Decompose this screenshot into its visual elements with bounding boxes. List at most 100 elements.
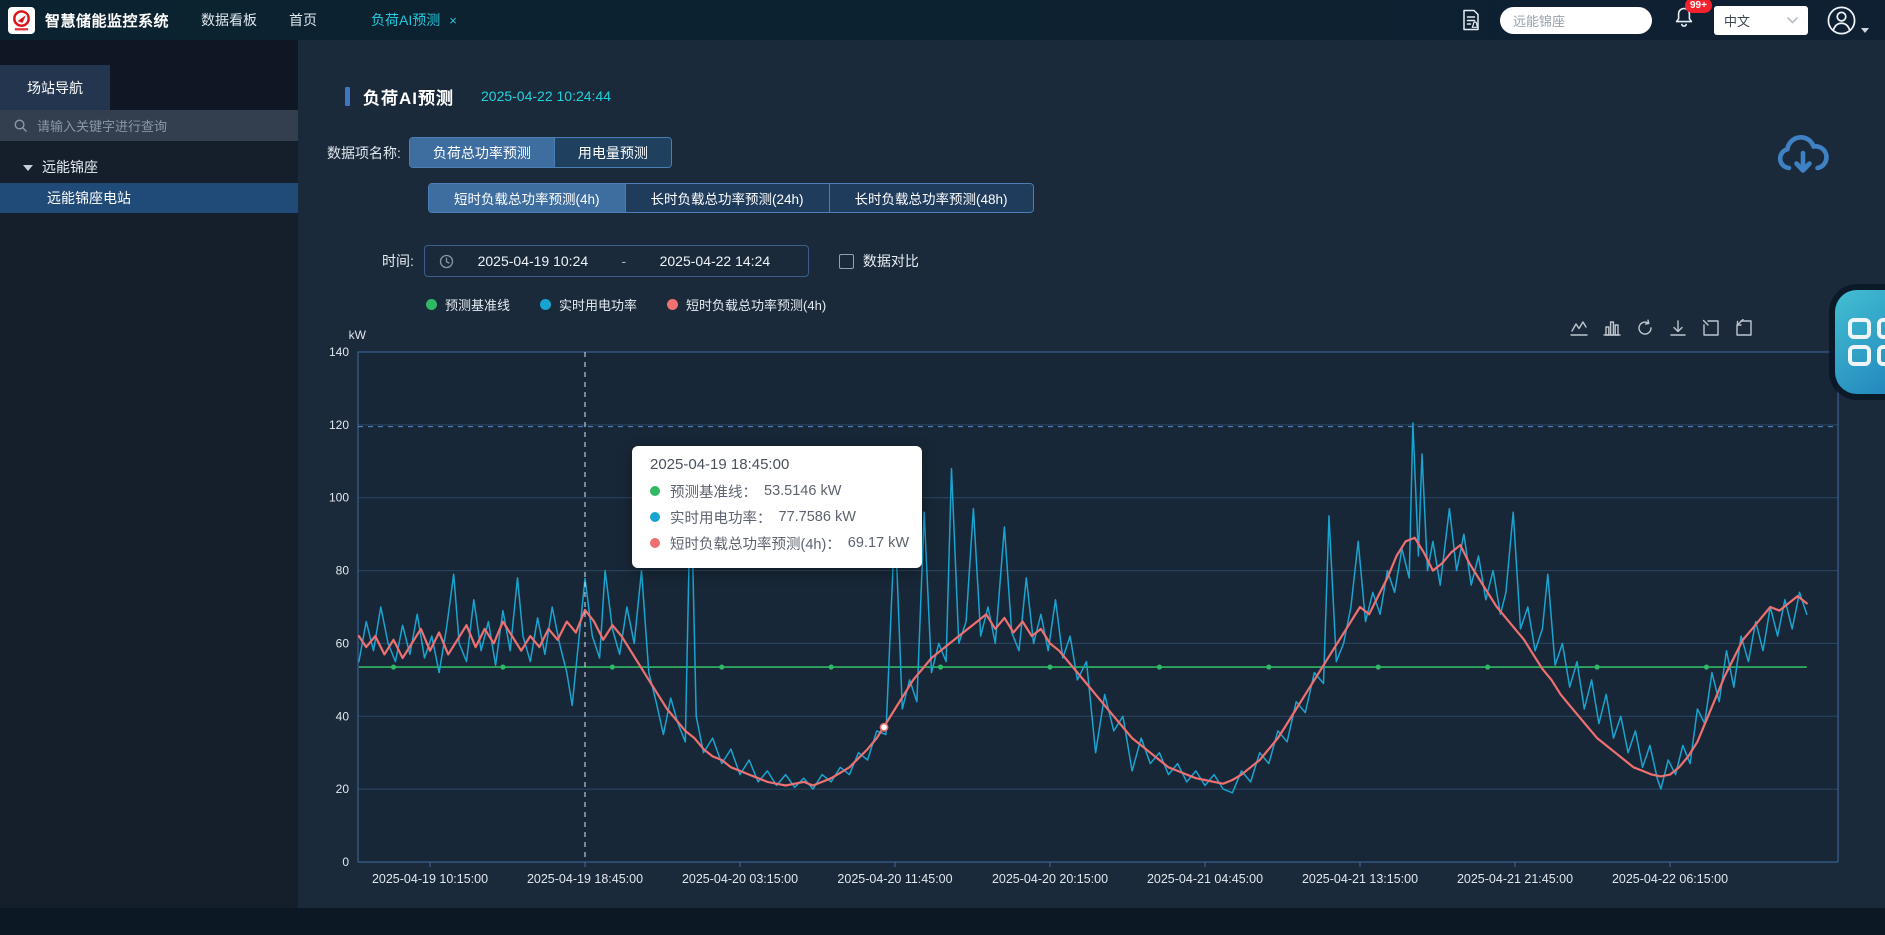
svg-text:kW: kW: [349, 328, 367, 342]
date-end-value[interactable]: 2025-04-22 14:24: [636, 253, 794, 269]
tooltip-label: 预测基准线：: [670, 481, 757, 502]
notification-badge: 99+: [1685, 0, 1712, 13]
tooltip-value: 53.5146 kW: [764, 483, 841, 499]
svg-text:2025-04-21 04:45:00: 2025-04-21 04:45:00: [1147, 872, 1263, 886]
tooltip-time: 2025-04-19 18:45:00: [650, 456, 904, 473]
report-document-icon[interactable]: [1460, 8, 1482, 32]
topbar-right-group: 远能锦座 99+ 中文: [1460, 5, 1869, 36]
zoom-reset-icon[interactable]: [1735, 319, 1753, 337]
station-search-placeholder: 远能锦座: [1513, 11, 1565, 30]
tooltip-dot-blue: [650, 512, 660, 522]
notification-bell[interactable]: 99+: [1672, 5, 1696, 36]
page-body: 场站导航 请输入关键字进行查询 远能锦座 远能锦座电站 负荷AI预测 2025-…: [0, 40, 1885, 908]
legend-dot-red: [667, 299, 678, 310]
data-compare-label: 数据对比: [863, 251, 919, 271]
svg-text:80: 80: [336, 564, 350, 578]
legend-item-actual-power[interactable]: 实时用电功率: [540, 295, 637, 314]
station-search-input[interactable]: 远能锦座: [1500, 7, 1652, 34]
data-item-label: 数据项名称:: [327, 143, 401, 163]
tree-node-station-selected[interactable]: 远能锦座电站: [0, 183, 298, 213]
chart-legend: 预测基准线 实时用电功率 短时负载总功率预测(4h): [426, 296, 1885, 312]
date-start-value[interactable]: 2025-04-19 10:24: [454, 253, 612, 269]
nav-item-home[interactable]: 首页: [289, 10, 317, 30]
tooltip-value: 77.7586 kW: [779, 509, 856, 525]
floating-quick-menu-button[interactable]: [1835, 290, 1885, 394]
subtab-long-24h[interactable]: 长时负载总功率预测(24h): [625, 184, 829, 212]
tree-parent-label: 远能锦座: [42, 157, 98, 177]
top-nav-bar: 智慧储能监控系统 数据看板 首页 负荷AI预测 × 远能锦座 99+ 中文: [0, 0, 1885, 40]
tree-node-parent[interactable]: 远能锦座: [0, 154, 298, 180]
nav-item-dashboard[interactable]: 数据看板: [201, 10, 257, 30]
sidebar-header: 场站导航: [0, 40, 298, 110]
forecast-subtabs: 短时负载总功率预测(4h) 长时负载总功率预测(24h) 长时负载总功率预测(4…: [428, 183, 1034, 213]
grid-menu-icon: [1848, 318, 1885, 366]
tooltip-row-baseline: 预测基准线： 53.5146 kW: [650, 478, 904, 504]
svg-text:2025-04-19 18:45:00: 2025-04-19 18:45:00: [527, 872, 643, 886]
download-icon[interactable]: [1669, 319, 1687, 337]
svg-text:2025-04-20 03:15:00: 2025-04-20 03:15:00: [682, 872, 798, 886]
company-logo[interactable]: [8, 7, 35, 34]
svg-text:2025-04-21 21:45:00: 2025-04-21 21:45:00: [1457, 872, 1573, 886]
legend-label: 短时负载总功率预测(4h): [686, 295, 826, 314]
cloud-download-icon[interactable]: [1774, 130, 1832, 180]
toggle-bar-chart-icon[interactable]: [1603, 319, 1621, 337]
language-selector[interactable]: 中文: [1714, 6, 1808, 35]
svg-text:100: 100: [329, 491, 349, 505]
tooltip-row-actual: 实时用电功率： 77.7586 kW: [650, 504, 904, 530]
sidebar-tab-station-nav[interactable]: 场站导航: [0, 65, 110, 110]
data-compare-checkbox[interactable]: [839, 254, 854, 269]
subtab-short-4h[interactable]: 短时负载总功率预测(4h): [429, 184, 625, 212]
legend-label: 实时用电功率: [559, 295, 637, 314]
tooltip-label: 短时负载总功率预测(4h)：: [670, 533, 841, 554]
chart-toolbar: [1570, 319, 1753, 337]
legend-item-baseline[interactable]: 预测基准线: [426, 295, 510, 314]
subtab-long-48h[interactable]: 长时负载总功率预测(48h): [829, 184, 1033, 212]
legend-label: 预测基准线: [445, 295, 510, 314]
refresh-icon[interactable]: [1636, 319, 1654, 337]
current-timestamp: 2025-04-22 10:24:44: [481, 88, 611, 104]
title-accent-bar: [345, 87, 350, 106]
station-sidebar: 场站导航 请输入关键字进行查询 远能锦座 远能锦座电站: [0, 40, 298, 908]
clock-icon: [439, 254, 454, 269]
user-avatar[interactable]: [1826, 5, 1869, 36]
svg-text:120: 120: [329, 418, 349, 432]
language-value: 中文: [1724, 11, 1750, 30]
svg-text:2025-04-20 11:45:00: 2025-04-20 11:45:00: [837, 872, 952, 886]
date-range-picker[interactable]: 2025-04-19 10:24 - 2025-04-22 14:24: [424, 245, 809, 277]
button-energy-forecast[interactable]: 用电量预测: [554, 138, 671, 167]
tab-label: 负荷AI预测: [371, 10, 440, 30]
tooltip-dot-green: [650, 486, 660, 496]
main-content: 负荷AI预测 2025-04-22 10:24:44 数据项名称: 负荷总功率预…: [298, 40, 1885, 908]
load-forecast-chart[interactable]: 020406080100120140kW2025-04-19 10:15:002…: [298, 316, 1885, 906]
tab-close-icon[interactable]: ×: [449, 14, 457, 27]
data-item-row: 数据项名称: 负荷总功率预测 用电量预测: [327, 137, 1885, 168]
svg-text:2025-04-21 13:15:00: 2025-04-21 13:15:00: [1302, 872, 1418, 886]
page-title: 负荷AI预测: [363, 84, 454, 109]
tree-expand-caret-icon[interactable]: [23, 165, 33, 171]
button-load-power-forecast[interactable]: 负荷总功率预测: [410, 138, 554, 167]
load-forecast-chart-area: 020406080100120140kW2025-04-19 10:15:002…: [298, 316, 1885, 908]
toggle-line-chart-icon[interactable]: [1570, 319, 1588, 337]
svg-text:60: 60: [336, 636, 350, 650]
svg-text:2025-04-20 20:15:00: 2025-04-20 20:15:00: [992, 872, 1108, 886]
app-title: 智慧储能监控系统: [45, 10, 169, 31]
sidebar-search-input[interactable]: 请输入关键字进行查询: [0, 110, 298, 141]
sidebar-search-placeholder: 请输入关键字进行查询: [37, 116, 167, 135]
tooltip-value: 69.17 kW: [848, 535, 909, 551]
tooltip-label: 实时用电功率：: [670, 507, 772, 528]
svg-text:140: 140: [329, 345, 349, 359]
station-tree: 远能锦座 远能锦座电站: [0, 141, 298, 226]
search-icon: [13, 118, 28, 133]
chevron-down-icon: [1787, 17, 1798, 24]
logo-icon: [11, 9, 32, 32]
svg-text:40: 40: [336, 709, 350, 723]
legend-dot-green: [426, 299, 437, 310]
time-filter-row: 时间: 2025-04-19 10:24 - 2025-04-22 14:24 …: [382, 245, 1885, 277]
data-item-button-group: 负荷总功率预测 用电量预测: [409, 137, 672, 168]
legend-item-forecast-4h[interactable]: 短时负载总功率预测(4h): [667, 295, 826, 314]
page-header: 负荷AI预测 2025-04-22 10:24:44: [345, 86, 1885, 106]
legend-dot-blue: [540, 299, 551, 310]
zoom-select-icon[interactable]: [1702, 319, 1720, 337]
tab-load-ai-forecast[interactable]: 负荷AI预测 ×: [363, 0, 465, 40]
svg-text:0: 0: [342, 855, 349, 869]
